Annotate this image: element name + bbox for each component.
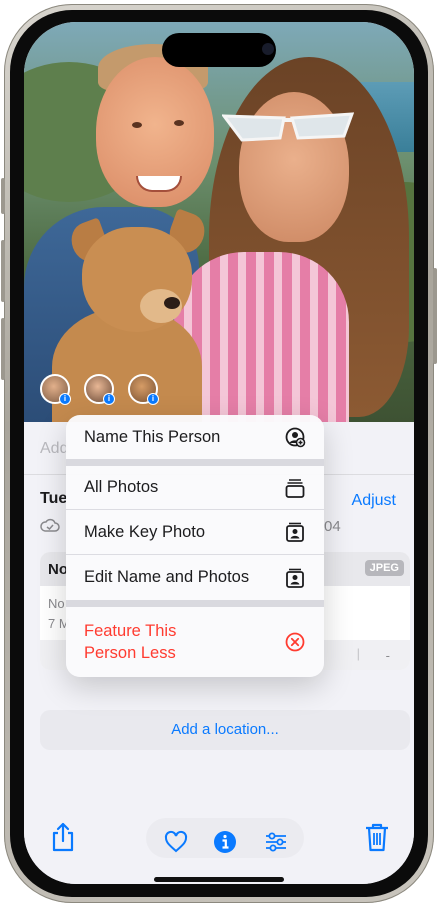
volume-up-button xyxy=(1,240,5,302)
menu-item-all-photos[interactable]: All Photos xyxy=(66,466,324,510)
menu-item-label: All Photos xyxy=(84,478,159,496)
dog-nose xyxy=(164,297,180,309)
menu-item-label: Make Key Photo xyxy=(84,522,206,541)
add-location-button[interactable]: Add a location... xyxy=(40,710,410,750)
man-eye xyxy=(174,120,184,126)
person-chip[interactable]: i xyxy=(40,374,71,405)
menu-item-label: Name This Person xyxy=(84,427,221,446)
context-menu: Name This Person All Photos Make Key Pho… xyxy=(66,415,324,677)
toolbar-pill xyxy=(146,818,304,858)
phone-screen: i i i Add Tue Adjust 04 No JPEG No 7 M |… xyxy=(24,22,414,884)
share-icon[interactable] xyxy=(50,822,76,852)
meta-number: 04 xyxy=(324,518,341,535)
person-badge-icon: i xyxy=(103,393,115,405)
person-rectangle-stack-icon xyxy=(286,522,304,542)
footer-separator: | xyxy=(356,646,360,661)
home-indicator[interactable] xyxy=(154,877,284,882)
menu-item-name-this-person[interactable]: Name This Person xyxy=(66,415,324,459)
menu-item-feature-this-person-less[interactable]: Feature This Person Less xyxy=(66,607,324,677)
dynamic-island xyxy=(162,33,276,67)
menu-item-label-line2: Person Less xyxy=(84,644,176,662)
adjust-sliders-icon[interactable] xyxy=(264,830,288,854)
action-button xyxy=(1,178,5,214)
person-chip[interactable]: i xyxy=(128,374,159,405)
menu-item-edit-name-and-photos[interactable]: Edit Name and Photos xyxy=(66,555,324,600)
front-camera xyxy=(262,43,274,55)
info-icon[interactable] xyxy=(213,830,237,854)
file-detail: No xyxy=(48,596,65,611)
menu-separator xyxy=(66,459,324,466)
person-rectangle-stack-icon xyxy=(286,568,304,588)
caption-field[interactable]: Add xyxy=(40,440,68,458)
menu-item-label-line1: Feature This xyxy=(84,622,177,640)
man-eye xyxy=(132,122,142,128)
menu-item-label: Feature This Person Less xyxy=(84,620,194,664)
volume-down-button xyxy=(1,318,5,380)
bottom-toolbar xyxy=(24,814,414,864)
person-badge-icon: i xyxy=(147,393,159,405)
person-crop-circle-icon xyxy=(285,427,306,448)
person-badge-icon: i xyxy=(59,393,71,405)
adjust-button[interactable]: Adjust xyxy=(352,492,396,510)
date-label: Tue xyxy=(40,490,68,507)
photo-viewer[interactable]: i i i xyxy=(24,22,414,422)
menu-item-label: Edit Name and Photos xyxy=(84,568,250,586)
person-chip[interactable]: i xyxy=(84,374,115,405)
menu-item-make-key-photo[interactable]: Make Key Photo xyxy=(66,510,324,555)
file-title: No xyxy=(48,561,68,578)
format-badge: JPEG xyxy=(364,560,404,576)
side-button xyxy=(433,268,437,364)
x-circle-icon xyxy=(285,632,305,652)
sunglasses xyxy=(222,112,354,142)
trash-icon[interactable] xyxy=(364,822,390,852)
heart-icon[interactable] xyxy=(164,830,188,854)
rectangle-stack-icon xyxy=(285,478,305,498)
cloud-icon xyxy=(40,518,60,532)
menu-separator xyxy=(66,600,324,607)
footer-value: - xyxy=(385,648,390,663)
